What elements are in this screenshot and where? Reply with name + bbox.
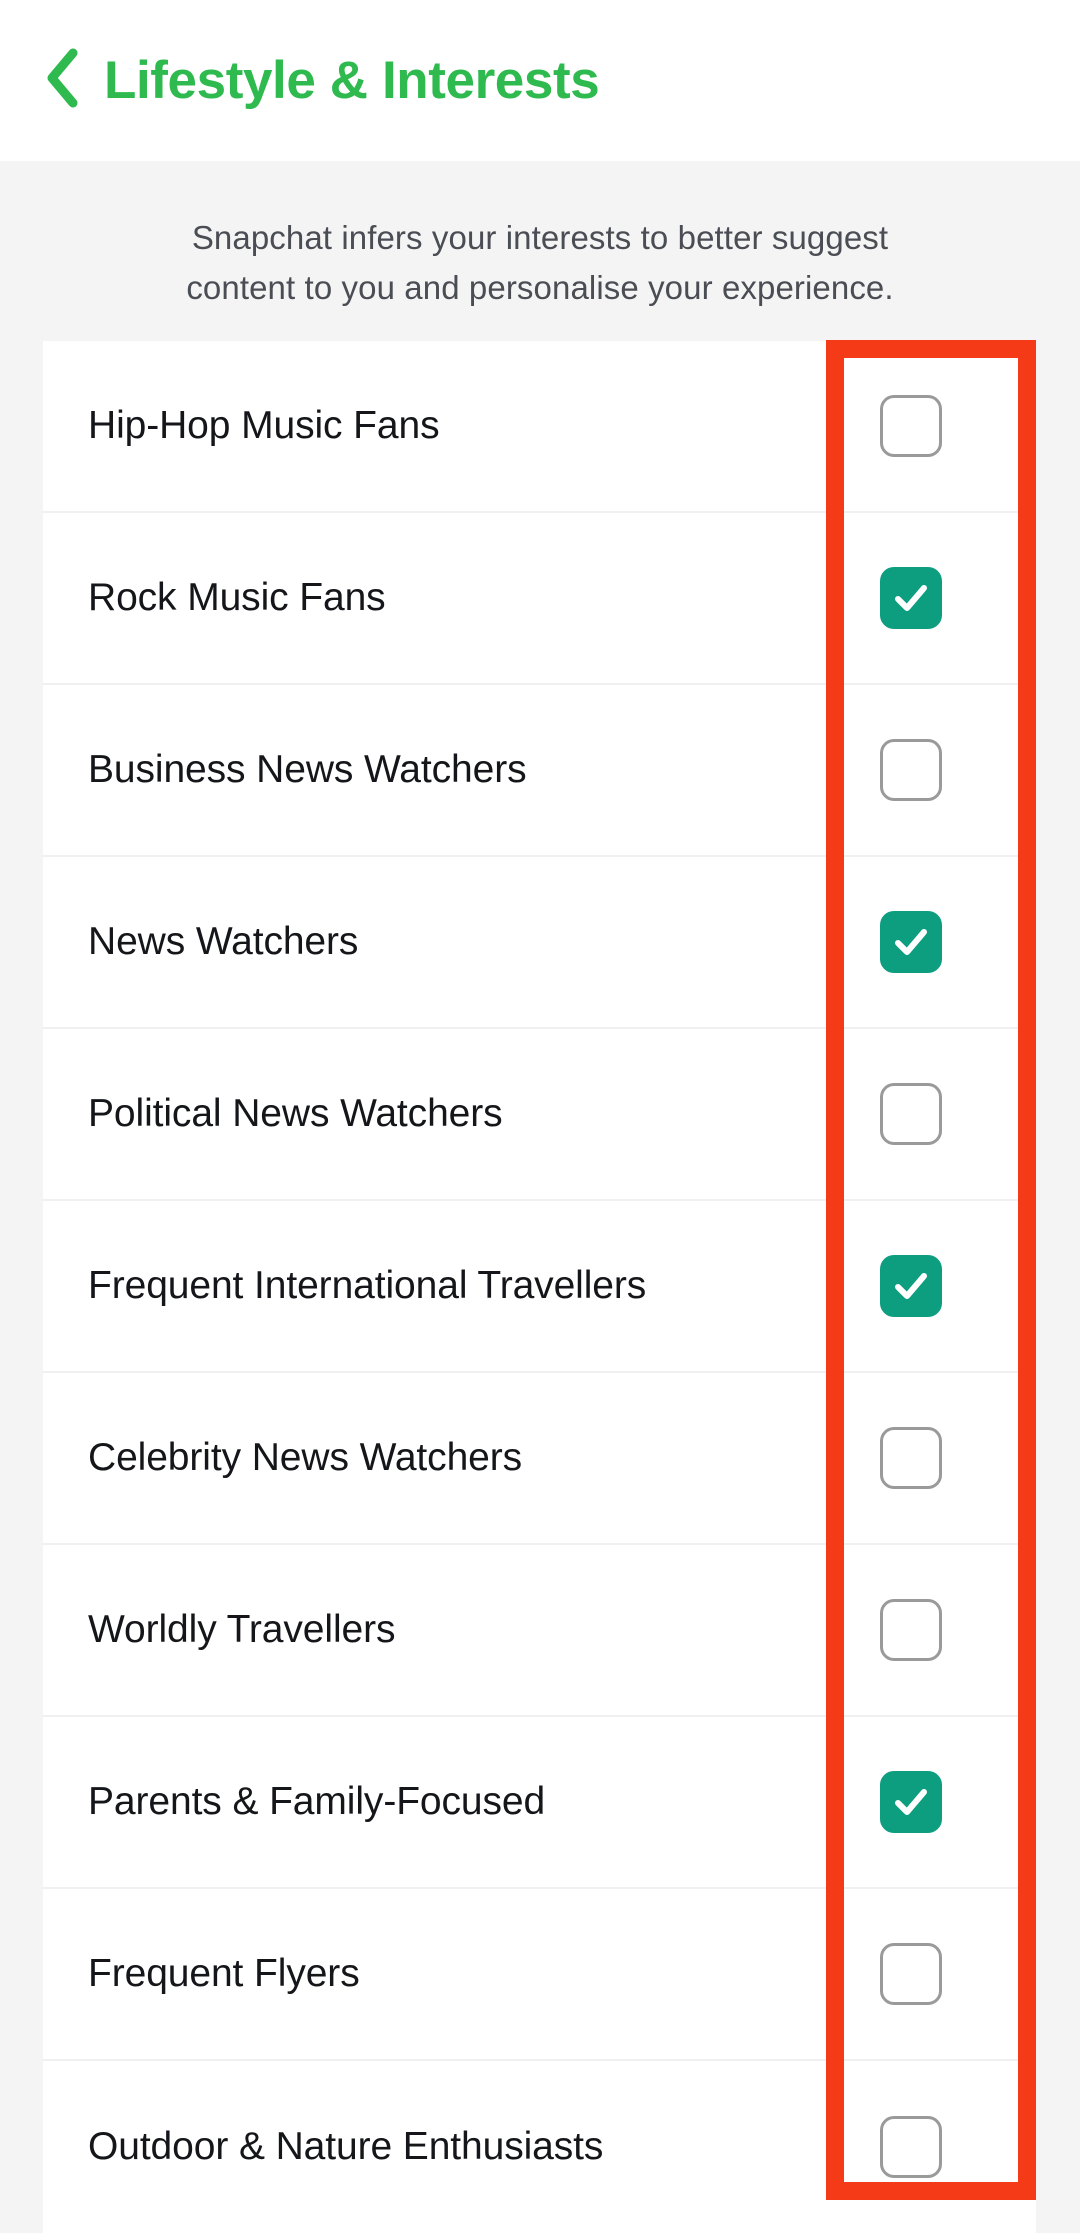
navigation-bar: Lifestyle & Interests [0, 0, 1080, 161]
description-line-1: Snapchat infers your interests to better… [191, 219, 889, 256]
checkbox-cell[interactable] [786, 1427, 1036, 1489]
list-item[interactable]: News Watchers [43, 857, 1036, 1029]
list-item-label: Parents & Family-Focused [88, 1780, 546, 1823]
list-item-label: Frequent Flyers [88, 1952, 360, 1995]
list-item-label: News Watchers [88, 920, 359, 963]
checkbox-cell[interactable] [786, 1255, 1036, 1317]
list-item-label: Outdoor & Nature Enthusiasts [88, 2125, 604, 2168]
list-item[interactable]: Outdoor & Nature Enthusiasts [43, 2061, 1036, 2233]
list-item[interactable]: Political News Watchers [43, 1029, 1036, 1201]
checkbox-cell[interactable] [786, 1083, 1036, 1145]
checkbox-checked[interactable] [880, 1771, 942, 1833]
list-item[interactable]: Hip-Hop Music Fans [43, 341, 1036, 513]
list-item[interactable]: Business News Watchers [43, 685, 1036, 857]
back-button[interactable] [34, 46, 90, 116]
interest-list: Hip-Hop Music Fans Rock Music Fans Busines… [43, 341, 1036, 2233]
list-item-label: Frequent International Travellers [88, 1264, 647, 1307]
list-item[interactable]: Frequent Flyers [43, 1889, 1036, 2061]
list-item[interactable]: Worldly Travellers [43, 1545, 1036, 1717]
list-item[interactable]: Celebrity News Watchers [43, 1373, 1036, 1545]
description-line-2: content to you and personalise your expe… [186, 269, 894, 306]
list-item-label: Rock Music Fans [88, 576, 386, 619]
chevron-left-icon [42, 47, 82, 114]
checkbox-checked[interactable] [880, 1255, 942, 1317]
checkbox-unchecked[interactable] [880, 1943, 942, 2005]
checkbox-cell[interactable] [786, 911, 1036, 973]
page-title: Lifestyle & Interests [104, 51, 600, 110]
checkbox-unchecked[interactable] [880, 2116, 942, 2178]
checkbox-unchecked[interactable] [880, 1083, 942, 1145]
list-item-label: Political News Watchers [88, 1092, 503, 1135]
list-item[interactable]: Parents & Family-Focused [43, 1717, 1036, 1889]
checkbox-checked[interactable] [880, 567, 942, 629]
list-item[interactable]: Rock Music Fans [43, 513, 1036, 685]
checkbox-unchecked[interactable] [880, 1599, 942, 1661]
checkbox-cell[interactable] [786, 395, 1036, 457]
checkbox-checked[interactable] [880, 911, 942, 973]
list-item-label: Celebrity News Watchers [88, 1436, 523, 1479]
list-item-label: Worldly Travellers [88, 1608, 396, 1651]
checkbox-unchecked[interactable] [880, 395, 942, 457]
checkbox-cell[interactable] [786, 739, 1036, 801]
checkbox-cell[interactable] [786, 567, 1036, 629]
list-item-label: Business News Watchers [88, 748, 527, 791]
checkbox-unchecked[interactable] [880, 1427, 942, 1489]
checkbox-cell[interactable] [786, 1599, 1036, 1661]
list-item-label: Hip-Hop Music Fans [88, 404, 440, 447]
checkbox-cell[interactable] [786, 1771, 1036, 1833]
list-item[interactable]: Frequent International Travellers [43, 1201, 1036, 1373]
description-block: Snapchat infers your interests to better… [0, 161, 1080, 313]
checkbox-cell[interactable] [786, 2116, 1036, 2178]
checkbox-unchecked[interactable] [880, 739, 942, 801]
checkbox-cell[interactable] [786, 1943, 1036, 2005]
